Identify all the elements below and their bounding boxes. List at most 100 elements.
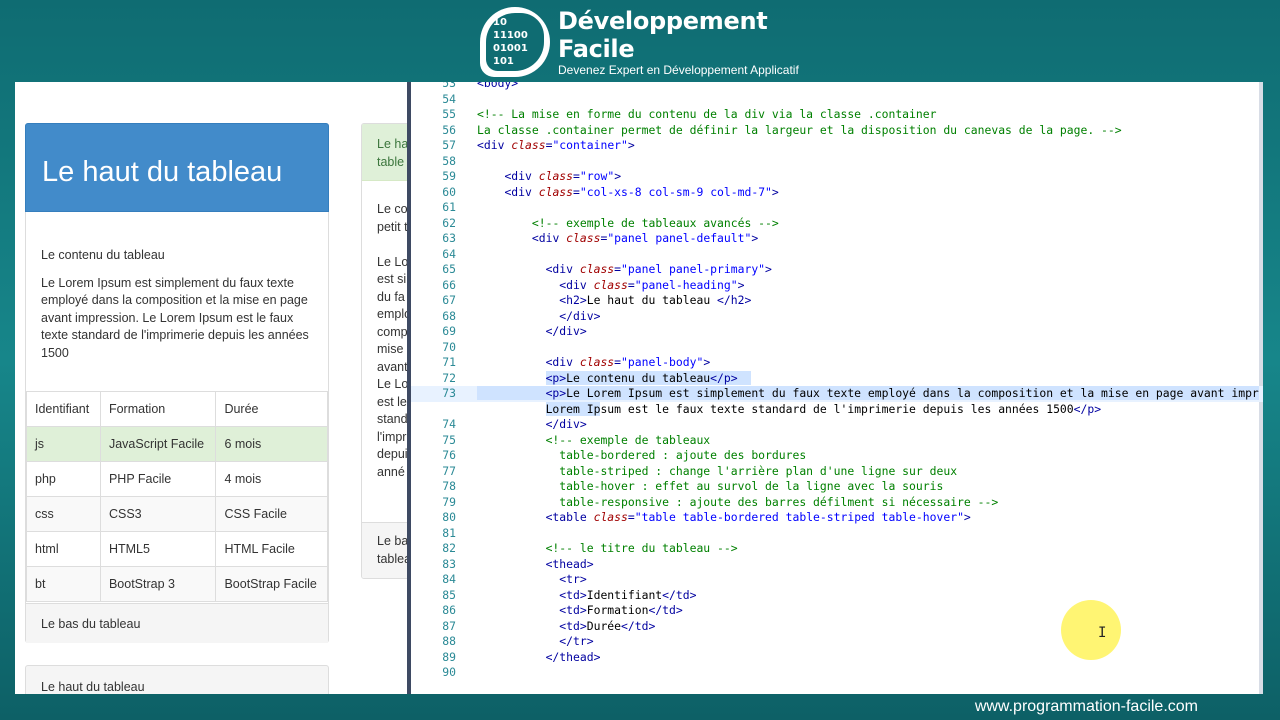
code-line[interactable]: 84 <tr> bbox=[411, 572, 1263, 588]
code-line[interactable]: 60 <div class="col-xs-8 col-sm-9 col-md-… bbox=[411, 185, 1263, 201]
code-text[interactable]: </thead> bbox=[477, 650, 601, 666]
code-line[interactable]: 58 bbox=[411, 154, 1263, 170]
code-text[interactable]: <!-- le titre du tableau --> bbox=[477, 541, 738, 557]
table-cell: PHP Facile bbox=[99, 461, 217, 497]
line-number: 54 bbox=[442, 91, 456, 106]
table-cell: BootStrap 3 bbox=[99, 566, 217, 602]
code-line[interactable]: 90 bbox=[411, 665, 1263, 681]
code-text[interactable]: <h2>Le haut du tableau </h2> bbox=[477, 293, 751, 309]
code-text[interactable]: <p>Le contenu du tableau</p> bbox=[477, 370, 752, 387]
table-cell: CSS Facile bbox=[215, 496, 328, 532]
line-number: 67 bbox=[442, 293, 456, 307]
line-number: 63 bbox=[442, 231, 456, 245]
code-line[interactable]: 54 bbox=[411, 92, 1263, 108]
code-line[interactable]: 88 </tr> bbox=[411, 634, 1263, 650]
code-line[interactable]: 73 <p>Le Lorem Ipsum est simplement du f… bbox=[411, 386, 1263, 402]
code-line[interactable]: 83 <thead> bbox=[411, 557, 1263, 573]
line-number: 79 bbox=[442, 494, 456, 509]
code-text[interactable]: <td>Durée</td> bbox=[477, 619, 655, 635]
table-row: bt BootStrap 3 BootStrap Facile bbox=[26, 566, 328, 602]
code-line[interactable]: Lorem Ipsum est le faux texte standard d… bbox=[411, 401, 1263, 418]
code-text[interactable]: <!-- exemple de tableaux bbox=[477, 433, 711, 449]
code-text[interactable]: Lorem Ipsum est le faux texte standard d… bbox=[477, 401, 1101, 418]
line-number: 68 bbox=[442, 308, 456, 323]
code-text[interactable]: table-bordered : ajoute des bordures bbox=[477, 448, 806, 464]
code-line[interactable]: 53 <body> bbox=[411, 82, 1263, 92]
brand-header: 10 11100 01001 101 Développement Facile Dev… bbox=[480, 4, 820, 80]
code-text[interactable]: <p>Le Lorem Ipsum est simplement du faux… bbox=[477, 386, 1259, 402]
code-text[interactable]: </tr> bbox=[477, 634, 593, 650]
code-line[interactable]: 64 bbox=[411, 247, 1263, 263]
code-line[interactable]: 66 <div class="panel-heading"> bbox=[411, 278, 1263, 294]
code-line[interactable]: 79 table-responsive : ajoute des barres … bbox=[411, 495, 1263, 511]
code-text[interactable]: <!-- La mise en forme du contenu de la d… bbox=[477, 107, 936, 123]
code-line[interactable]: 59 <div class="row"> bbox=[411, 169, 1263, 185]
line-number: 60 bbox=[442, 184, 456, 199]
code-text[interactable]: <tr> bbox=[477, 572, 586, 588]
code-text[interactable]: <div class="row"> bbox=[477, 169, 621, 185]
code-line[interactable]: 85 <td>Identifiant</td> bbox=[411, 588, 1263, 604]
line-number: 74 bbox=[442, 417, 456, 431]
logo-digit-line: 11100 bbox=[493, 30, 528, 41]
code-line[interactable]: 70 bbox=[411, 340, 1263, 356]
code-text[interactable]: table-striped : change l'arrière plan d'… bbox=[477, 464, 957, 480]
code-line[interactable]: 86 <td>Formation</td> bbox=[411, 603, 1263, 619]
code-text[interactable]: table-hover : effet au survol de la lign… bbox=[477, 479, 943, 495]
code-line[interactable]: 72 <p>Le contenu du tableau</p> bbox=[411, 370, 1263, 387]
line-number: 75 bbox=[442, 432, 456, 447]
code-text[interactable]: <div class="panel-body"> bbox=[477, 355, 711, 371]
code-text[interactable]: <!-- exemple de tableaux avancés --> bbox=[477, 216, 779, 232]
code-text[interactable]: <div class="col-xs-8 col-sm-9 col-md-7"> bbox=[477, 185, 778, 201]
code-text[interactable]: </div> bbox=[477, 309, 600, 325]
code-text[interactable]: <table class="table table-bordered table… bbox=[477, 510, 971, 526]
line-number: 87 bbox=[442, 618, 456, 633]
code-text[interactable]: </div> bbox=[477, 417, 587, 433]
code-text[interactable]: <div class="panel-heading"> bbox=[477, 278, 744, 294]
line-number: 58 bbox=[442, 153, 456, 168]
code-text[interactable]: <body> bbox=[477, 82, 518, 92]
code-text[interactable]: table-responsive : ajoute des barres déf… bbox=[477, 495, 998, 511]
code-text[interactable]: La classe .container permet de définir l… bbox=[477, 123, 1122, 139]
line-number: 81 bbox=[442, 525, 456, 540]
code-text[interactable]: <thead> bbox=[477, 557, 594, 573]
code-line[interactable]: 78 table-hover : effet au survol de la l… bbox=[411, 479, 1263, 495]
code-editor[interactable]: 53 <body> 54 55 <!-- La mise en forme du con… bbox=[407, 82, 1263, 694]
code-line[interactable]: 56 La classe .container permet de définir… bbox=[411, 123, 1263, 139]
code-text[interactable]: <div class="panel panel-primary"> bbox=[477, 262, 772, 278]
code-text[interactable]: <td>Formation</td> bbox=[477, 603, 682, 619]
code-text[interactable]: <td>Identifiant</td> bbox=[477, 588, 696, 604]
line-number: 83 bbox=[442, 556, 456, 571]
code-line[interactable]: 89 </thead> bbox=[411, 650, 1263, 666]
line-number: 85 bbox=[442, 587, 456, 602]
code-line[interactable]: 74 </div> bbox=[411, 417, 1263, 433]
line-number: 86 bbox=[442, 603, 456, 617]
code-line[interactable]: 69 </div> bbox=[411, 324, 1263, 340]
code-line[interactable]: 82 <!-- le titre du tableau --> bbox=[411, 541, 1263, 557]
code-text[interactable]: <div class="panel panel-default"> bbox=[477, 231, 758, 247]
line-number: 53 bbox=[442, 82, 456, 90]
code-text[interactable]: <div class="container"> bbox=[477, 138, 635, 154]
code-line[interactable]: 76 table-bordered : ajoute des bordures bbox=[411, 448, 1263, 464]
code-line[interactable]: 71 <div class="panel-body"> bbox=[411, 355, 1263, 371]
code-line[interactable]: 87 <td>Durée</td> bbox=[411, 619, 1263, 635]
table-cell: 6 mois bbox=[215, 426, 328, 462]
brand-title: Développement Facile bbox=[558, 7, 768, 63]
line-number: 70 bbox=[442, 339, 456, 354]
table-cell: 4 mois bbox=[215, 461, 328, 497]
code-line[interactable]: 68 </div> bbox=[411, 309, 1263, 325]
line-number: 55 bbox=[442, 107, 456, 121]
code-line[interactable]: 57 <div class="container"> bbox=[411, 138, 1263, 154]
code-line[interactable]: 67 <h2>Le haut du tableau </h2> bbox=[411, 293, 1263, 309]
code-line[interactable]: 80 <table class="table table-bordered ta… bbox=[411, 510, 1263, 526]
code-line[interactable]: 65 <div class="panel panel-primary"> bbox=[411, 262, 1263, 278]
code-line[interactable]: 62 <!-- exemple de tableaux avancés --> bbox=[411, 216, 1263, 232]
code-line[interactable]: 55 <!-- La mise en forme du contenu de la… bbox=[411, 107, 1263, 123]
code-line[interactable]: 61 bbox=[411, 200, 1263, 216]
code-text[interactable]: </div> bbox=[477, 324, 587, 340]
code-line[interactable]: 63 <div class="panel panel-default"> bbox=[411, 231, 1263, 247]
line-number: 65 bbox=[442, 262, 456, 276]
code-line[interactable]: 77 table-striped : change l'arrière plan… bbox=[411, 464, 1263, 480]
footer-url[interactable]: www.programmation-facile.com bbox=[975, 698, 1198, 716]
code-line[interactable]: 75 <!-- exemple de tableaux bbox=[411, 433, 1263, 449]
code-line[interactable]: 81 bbox=[411, 526, 1263, 542]
